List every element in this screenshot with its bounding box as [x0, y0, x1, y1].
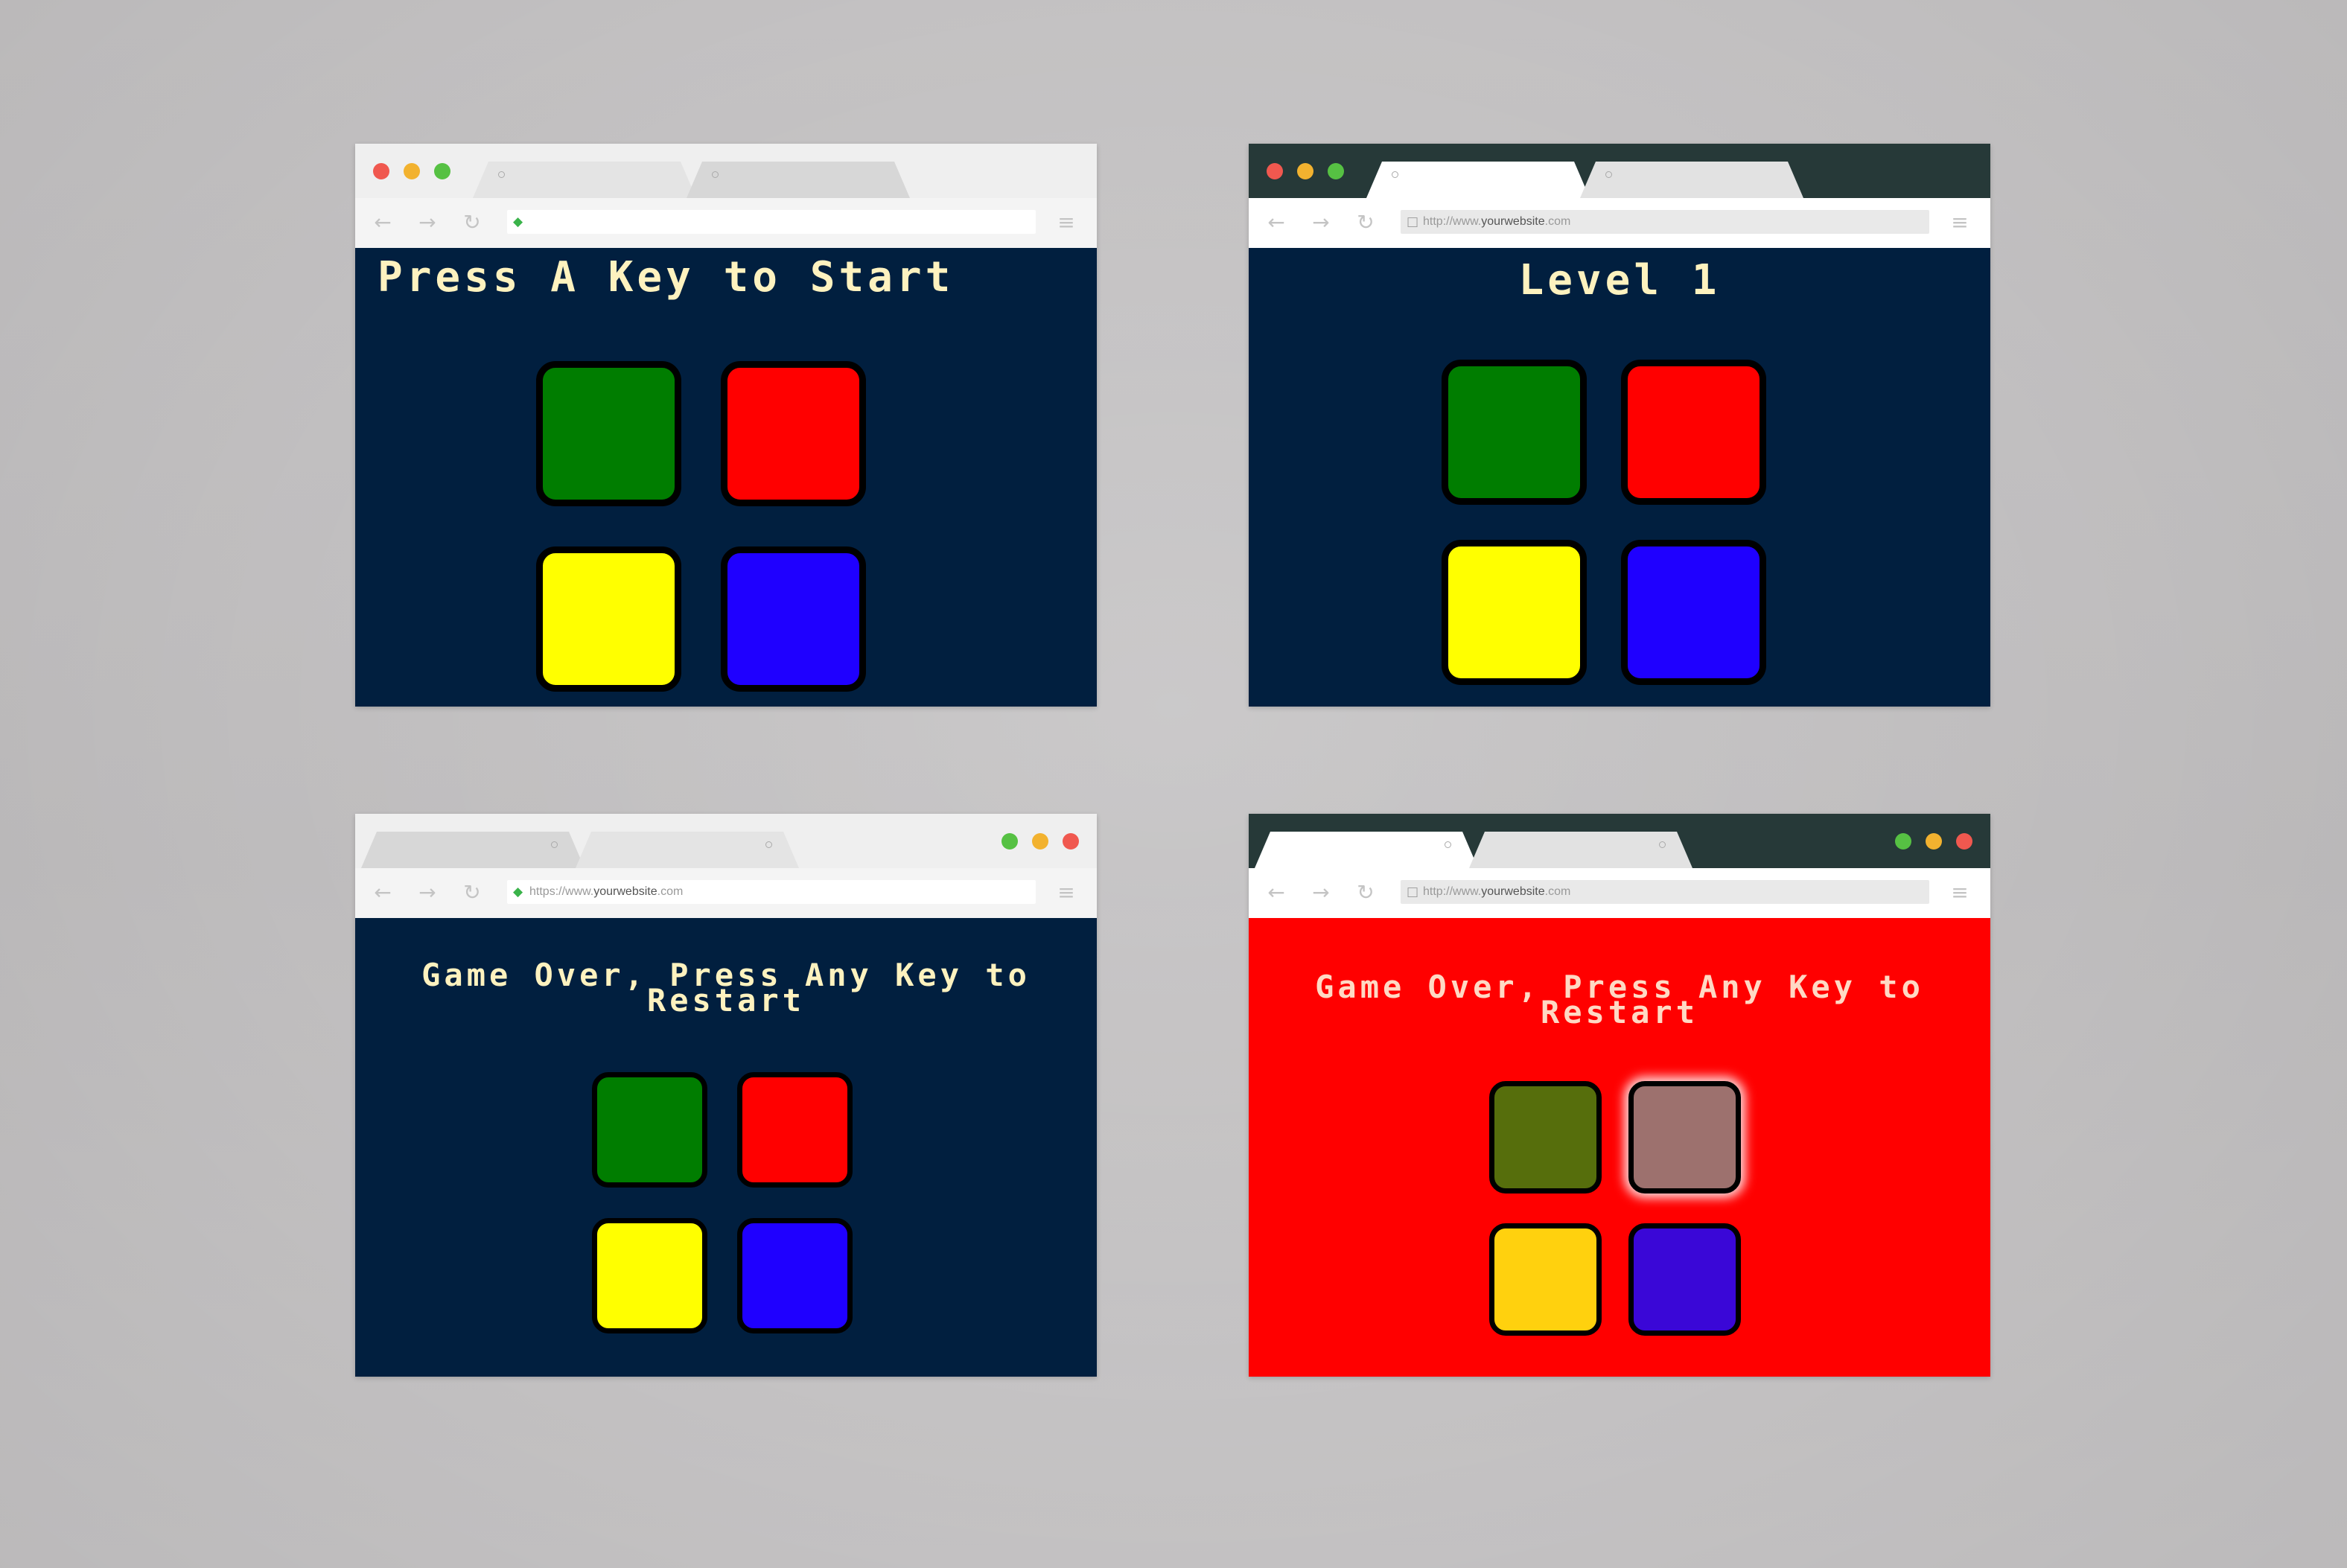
back-arrow-icon[interactable]: ← [1265, 211, 1287, 234]
reload-icon[interactable]: ↻ [1354, 211, 1377, 234]
menu-icon[interactable]: ≡ [1055, 211, 1077, 234]
tab-icon [712, 171, 719, 178]
level-title: Press A Key to Start [378, 253, 955, 302]
back-arrow-icon[interactable]: ← [372, 211, 394, 234]
close-window-button[interactable] [1956, 833, 1972, 850]
green-pad[interactable] [536, 361, 681, 506]
tab-icon [551, 841, 558, 848]
tab-icon [765, 841, 772, 848]
navigation-bar: ← → ↻ ◆ https://www.yourwebsite.com ≡ [355, 868, 1097, 918]
blue-pad[interactable] [721, 546, 866, 692]
game-area: Press A Key to Start [355, 248, 1097, 707]
browser-tab-active[interactable] [1255, 832, 1478, 868]
game-area: Level 1 [1249, 248, 1990, 707]
minimize-window-button[interactable] [404, 163, 420, 179]
yellow-pad[interactable] [592, 1218, 707, 1333]
blue-pad[interactable] [1621, 540, 1766, 685]
blue-pad[interactable] [737, 1218, 853, 1333]
red-pad-pressed[interactable] [1628, 1081, 1741, 1193]
maximize-window-button[interactable] [434, 163, 450, 179]
close-window-button[interactable] [1063, 833, 1079, 850]
browser-tab-active[interactable] [473, 162, 696, 198]
browser-tab-active[interactable] [576, 832, 799, 868]
address-url: https://www.yourwebsite.com [529, 885, 684, 898]
address-bar[interactable]: ◆ https://www.yourwebsite.com [507, 880, 1036, 904]
tab-bar [1249, 144, 1990, 198]
forward-arrow-icon[interactable]: → [1310, 211, 1332, 234]
red-pad[interactable] [737, 1072, 853, 1188]
page-icon: □ [1407, 885, 1419, 899]
minimize-window-button[interactable] [1926, 833, 1942, 850]
tab-icon [1392, 171, 1398, 178]
blue-pad[interactable] [1628, 1223, 1741, 1336]
browser-tab[interactable] [1469, 832, 1692, 868]
forward-arrow-icon[interactable]: → [416, 882, 439, 904]
navigation-bar: ← → ↻ □ http://www.yourwebsite.com ≡ [1249, 198, 1990, 248]
maximize-window-button[interactable] [1001, 833, 1018, 850]
address-url: http://www.yourwebsite.com [1423, 885, 1571, 898]
browser-tab[interactable] [361, 832, 585, 868]
green-pad[interactable] [1489, 1081, 1602, 1193]
menu-icon[interactable]: ≡ [1949, 882, 1971, 904]
yellow-pad[interactable] [536, 546, 681, 692]
game-area: Game Over, Press Any Key to Restart [1249, 918, 1990, 1377]
reload-icon[interactable]: ↻ [461, 882, 483, 904]
maximize-window-button[interactable] [1328, 163, 1344, 179]
reload-icon[interactable]: ↻ [1354, 882, 1377, 904]
forward-arrow-icon[interactable]: → [1310, 882, 1332, 904]
browser-window-level: ← → ↻ □ http://www.yourwebsite.com ≡ Lev… [1249, 144, 1990, 707]
browser-tab-active[interactable] [1366, 162, 1590, 198]
red-pad[interactable] [721, 361, 866, 506]
browser-window-gameover-flash: ← → ↻ □ http://www.yourwebsite.com ≡ Gam… [1249, 814, 1990, 1377]
background [0, 0, 2347, 1568]
green-pad[interactable] [1442, 360, 1587, 505]
menu-icon[interactable]: ≡ [1949, 211, 1971, 234]
browser-window-gameover: ← → ↻ ◆ https://www.yourwebsite.com ≡ Ga… [355, 814, 1097, 1377]
yellow-pad[interactable] [1442, 540, 1587, 685]
game-area: Game Over, Press Any Key to Restart [355, 918, 1097, 1377]
navigation-bar: ← → ↻ □ http://www.yourwebsite.com ≡ [1249, 868, 1990, 918]
tab-bar [355, 144, 1097, 198]
browser-tab[interactable] [1580, 162, 1803, 198]
minimize-window-button[interactable] [1297, 163, 1313, 179]
navigation-bar: ← → ↻ ◆ ≡ [355, 198, 1097, 248]
address-url: http://www.yourwebsite.com [1423, 215, 1571, 228]
green-pad[interactable] [592, 1072, 707, 1188]
red-pad[interactable] [1621, 360, 1766, 505]
tab-icon [1659, 841, 1666, 848]
reload-icon[interactable]: ↻ [461, 211, 483, 234]
yellow-pad[interactable] [1489, 1223, 1602, 1336]
gameover-title: Game Over, Press Any Key to Restart [355, 960, 1097, 1016]
lock-icon: ◆ [513, 214, 523, 229]
address-bar[interactable]: ◆ [507, 210, 1036, 234]
gameover-title: Game Over, Press Any Key to Restart [1249, 972, 1990, 1028]
back-arrow-icon[interactable]: ← [372, 882, 394, 904]
tab-icon [1605, 171, 1612, 178]
minimize-window-button[interactable] [1032, 833, 1048, 850]
tab-icon [498, 171, 505, 178]
menu-icon[interactable]: ≡ [1055, 882, 1077, 904]
level-title: Level 1 [1518, 256, 1721, 305]
page-icon: □ [1407, 214, 1419, 229]
lock-icon: ◆ [513, 885, 523, 899]
browser-tab[interactable] [687, 162, 910, 198]
tab-bar [1249, 814, 1990, 868]
tab-icon [1445, 841, 1451, 848]
close-window-button[interactable] [373, 163, 389, 179]
maximize-window-button[interactable] [1895, 833, 1911, 850]
forward-arrow-icon[interactable]: → [416, 211, 439, 234]
back-arrow-icon[interactable]: ← [1265, 882, 1287, 904]
address-bar[interactable]: □ http://www.yourwebsite.com [1401, 210, 1929, 234]
address-bar[interactable]: □ http://www.yourwebsite.com [1401, 880, 1929, 904]
tab-bar [355, 814, 1097, 868]
browser-window-start: ← → ↻ ◆ ≡ Press A Key to Start [355, 144, 1097, 707]
close-window-button[interactable] [1267, 163, 1283, 179]
